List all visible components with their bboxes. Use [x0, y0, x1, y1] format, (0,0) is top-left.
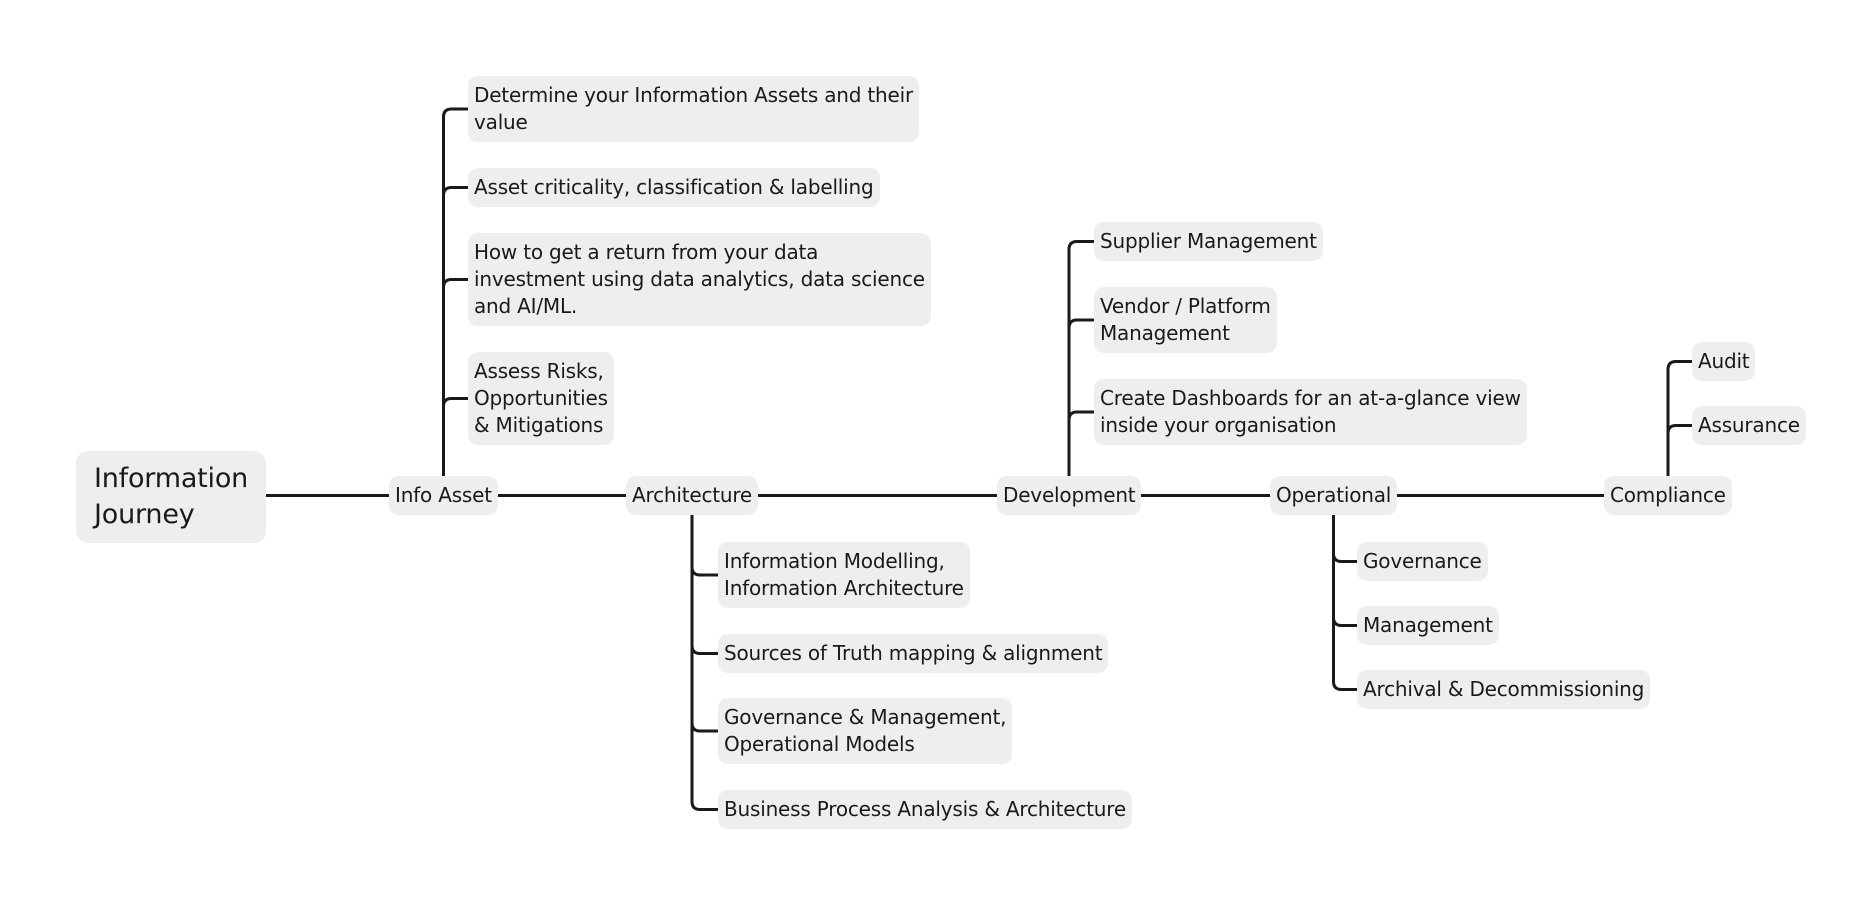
- leaf-node[interactable]: Governance: [1357, 542, 1488, 581]
- leaf-node[interactable]: Vendor / Platform Management: [1094, 287, 1277, 353]
- leaf-node[interactable]: Information Modelling, Information Archi…: [718, 542, 970, 608]
- leaf-node[interactable]: Management: [1357, 606, 1499, 645]
- connector-layer: [266, 107, 1692, 811]
- child-connector: [1666, 360, 1692, 370]
- leaf-node[interactable]: Assess Risks, Opportunities & Mitigation…: [468, 352, 614, 445]
- child-connector: [442, 397, 468, 407]
- branch-node-info-asset[interactable]: Info Asset: [389, 476, 498, 515]
- leaf-node[interactable]: Governance & Management, Operational Mod…: [718, 698, 1013, 764]
- branch-node-development[interactable]: Development: [997, 476, 1142, 515]
- leaf-node[interactable]: Asset criticality, classification & labe…: [468, 168, 880, 207]
- mind-map-canvas: Information Journey Info Asset Determine…: [0, 0, 1875, 900]
- child-connector: [1332, 617, 1357, 627]
- leaf-node[interactable]: Create Dashboards for an at-a-glance vie…: [1094, 379, 1527, 445]
- child-connector: [690, 801, 718, 811]
- child-connector: [1067, 318, 1094, 329]
- child-connector: [1666, 424, 1692, 434]
- child-connector: [690, 566, 718, 577]
- leaf-node[interactable]: Archival & Decommissioning: [1357, 670, 1651, 709]
- root-node-information-journey[interactable]: Information Journey: [76, 451, 267, 543]
- leaf-node[interactable]: Sources of Truth mapping & alignment: [718, 634, 1109, 673]
- branch-node-compliance[interactable]: Compliance: [1604, 476, 1732, 515]
- child-connector: [1332, 681, 1357, 691]
- child-connector: [690, 722, 718, 733]
- leaf-node[interactable]: Business Process Analysis & Architecture: [718, 790, 1132, 829]
- child-connector: [1332, 553, 1357, 563]
- child-connector: [1067, 240, 1094, 250]
- branch-node-architecture[interactable]: Architecture: [626, 476, 759, 515]
- child-connector: [1067, 410, 1094, 421]
- leaf-node[interactable]: Determine your Information Assets and th…: [468, 76, 919, 142]
- branch-node-operational[interactable]: Operational: [1270, 476, 1398, 515]
- child-connector: [442, 107, 468, 118]
- leaf-node[interactable]: Assurance: [1692, 406, 1806, 445]
- child-connector: [442, 186, 468, 196]
- child-connector: [690, 645, 718, 655]
- child-connector: [442, 278, 468, 288]
- leaf-node[interactable]: Supplier Management: [1094, 222, 1323, 261]
- leaf-node[interactable]: Audit: [1692, 342, 1756, 381]
- leaf-node[interactable]: How to get a return from your data inves…: [468, 233, 931, 326]
